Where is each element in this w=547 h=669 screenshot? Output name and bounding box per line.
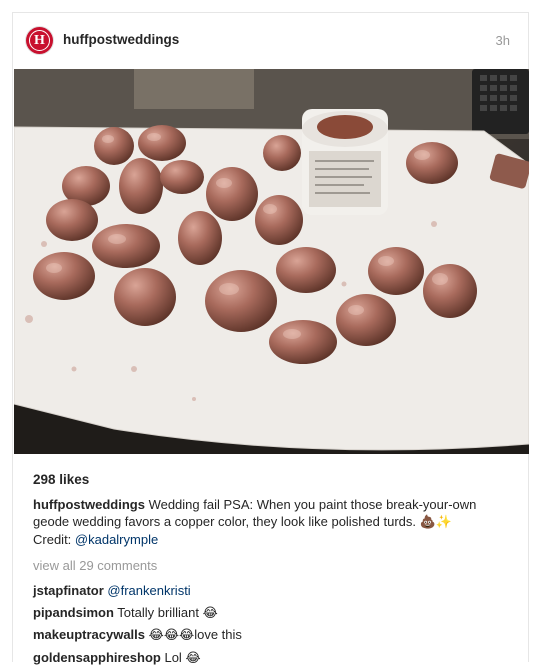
post-header: H huffpostweddings 3h bbox=[13, 13, 528, 69]
view-all-comments-link[interactable]: view all 29 comments bbox=[33, 556, 513, 576]
post-timestamp[interactable]: 3h bbox=[496, 33, 510, 48]
comment-username[interactable]: makeuptracywalls bbox=[33, 627, 145, 642]
comment-item: jstapfinator @frankenkristi bbox=[33, 580, 513, 602]
laughing-emoji-icon: 😂 bbox=[203, 606, 218, 621]
poop-sparkles-emoji-icon: 💩✨ bbox=[420, 515, 452, 530]
instagram-post-card: H huffpostweddings 3h bbox=[12, 12, 529, 662]
credit-label: Credit: bbox=[33, 532, 75, 547]
comment-username[interactable]: pipandsimon bbox=[33, 605, 114, 620]
comment-mention-link[interactable]: @frankenkristi bbox=[107, 583, 190, 598]
post-caption: huffpostweddings Wedding fail PSA: When … bbox=[33, 496, 513, 548]
likes-count[interactable]: 298 likes bbox=[33, 471, 513, 488]
post-footer: 298 likes huffpostweddings Wedding fail … bbox=[33, 471, 513, 669]
comment-item: makeuptracywalls 😂😂😂love this bbox=[33, 624, 513, 647]
caption-username[interactable]: huffpostweddings bbox=[33, 497, 145, 512]
paint-jar-icon bbox=[302, 109, 388, 215]
comment-username[interactable]: goldensapphireshop bbox=[33, 650, 161, 665]
avatar[interactable]: H bbox=[26, 27, 53, 54]
huffpost-logo-icon: H bbox=[29, 30, 50, 51]
comment-username[interactable]: jstapfinator bbox=[33, 583, 104, 598]
comment-text: Lol bbox=[164, 650, 181, 665]
rocks-photo-illustration bbox=[14, 69, 529, 454]
laughing-emoji-icon: 😂 bbox=[185, 651, 200, 666]
credit-handle-link[interactable]: @kadalrymple bbox=[75, 532, 158, 547]
comment-text: Totally brilliant bbox=[117, 605, 199, 620]
post-photo[interactable] bbox=[14, 69, 529, 454]
post-username[interactable]: huffpostweddings bbox=[63, 32, 179, 47]
laughing-emoji-icon: 😂😂😂 bbox=[149, 628, 195, 643]
comment-item: pipandsimon Totally brilliant 😂 bbox=[33, 602, 513, 625]
comment-text: love this bbox=[194, 627, 242, 642]
